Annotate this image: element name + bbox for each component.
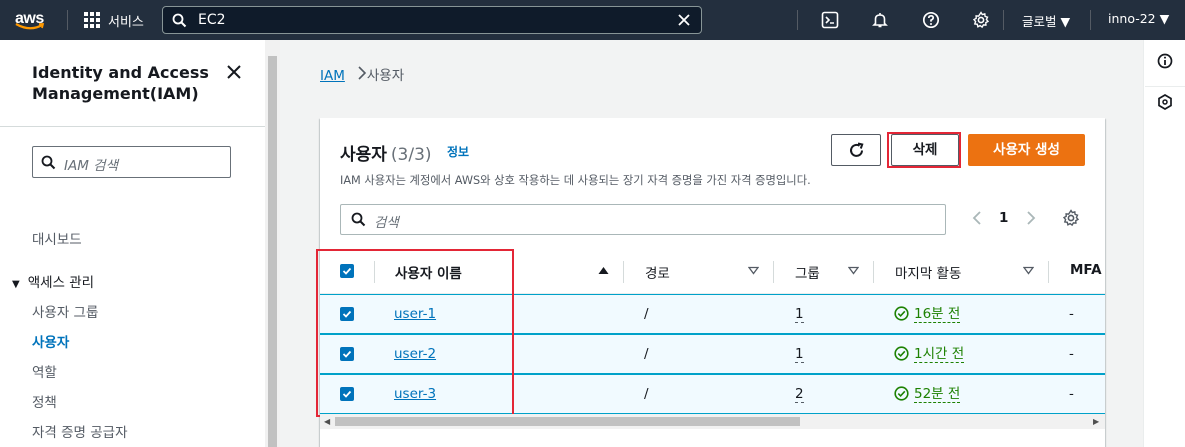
sidebar-scrollbar-thumb[interactable] bbox=[268, 56, 277, 447]
table-scrollbar-thumb[interactable] bbox=[335, 417, 800, 426]
status-success-icon bbox=[894, 386, 909, 401]
users-filter-input[interactable]: 검색 bbox=[340, 204, 946, 235]
sidebar-item-dashboard[interactable]: 대시보드 bbox=[32, 228, 82, 248]
filter-placeholder: 검색 bbox=[374, 215, 399, 231]
global-search-input[interactable]: EC2 bbox=[162, 6, 702, 34]
column-header-mfa[interactable]: MFA bbox=[1070, 262, 1102, 278]
groups-count[interactable]: 1 bbox=[795, 306, 804, 323]
selection-highlight-box bbox=[316, 249, 514, 417]
search-icon bbox=[41, 155, 56, 170]
table-preferences-gear-icon[interactable] bbox=[1062, 209, 1080, 227]
status-success-icon bbox=[894, 346, 909, 361]
sidebar-item-roles[interactable]: 역할 bbox=[32, 361, 57, 381]
notifications-bell-icon[interactable] bbox=[871, 11, 889, 29]
breadcrumb-current: 사용자 bbox=[366, 68, 405, 84]
current-page-number[interactable]: 1 bbox=[999, 210, 1008, 226]
column-header-path[interactable]: 경로 bbox=[645, 262, 670, 282]
settings-gear-icon[interactable] bbox=[972, 11, 990, 29]
sidebar-item-policies[interactable]: 정책 bbox=[32, 391, 57, 411]
search-icon bbox=[351, 212, 366, 227]
search-value: EC2 bbox=[198, 12, 226, 28]
refresh-icon bbox=[850, 142, 864, 157]
groups-count[interactable]: 2 bbox=[795, 386, 804, 403]
column-header-groups[interactable]: 그룹 bbox=[795, 262, 820, 282]
column-header-last-activity[interactable]: 마지막 활동 bbox=[895, 262, 961, 282]
sidebar-search-placeholder: IAM 검색 bbox=[64, 158, 118, 174]
region-selector[interactable]: 글로벌 ▼ bbox=[1022, 11, 1070, 30]
users-panel-description: IAM 사용자는 계정에서 AWS와 상호 작용하는 데 사용되는 장기 자격 … bbox=[340, 174, 811, 187]
close-icon[interactable] bbox=[226, 64, 242, 80]
mfa-cell: - bbox=[1069, 306, 1074, 322]
users-panel-title: 사용자 (3/3) bbox=[340, 145, 432, 165]
iam-sidebar: Identity and Access Management(IAM) IAM … bbox=[0, 40, 265, 447]
feedback-hexagon-icon[interactable] bbox=[1157, 94, 1173, 110]
top-navigation-bar: aws 서비스 EC2 글로벌 ▼ inno-22 ▼ bbox=[0, 0, 1185, 40]
sidebar-item-users[interactable]: 사용자 bbox=[32, 331, 69, 351]
status-success-icon bbox=[894, 306, 909, 321]
sort-icon[interactable] bbox=[1023, 266, 1034, 275]
last-activity-value: 1시간 전 bbox=[914, 346, 965, 363]
previous-page-icon[interactable] bbox=[972, 211, 982, 225]
sort-icon[interactable] bbox=[848, 266, 859, 275]
create-user-button[interactable]: 사용자 생성 bbox=[968, 134, 1085, 166]
sort-icon[interactable] bbox=[748, 266, 759, 275]
breadcrumb-iam-link[interactable]: IAM bbox=[320, 68, 345, 84]
account-menu[interactable]: inno-22 ▼ bbox=[1108, 11, 1169, 26]
chevron-right-icon bbox=[358, 66, 367, 80]
next-page-icon[interactable] bbox=[1026, 211, 1036, 225]
sidebar-item-user-groups[interactable]: 사용자 그룹 bbox=[32, 301, 98, 321]
refresh-button[interactable] bbox=[831, 134, 881, 166]
right-utility-rail bbox=[1143, 40, 1185, 447]
services-menu-label[interactable]: 서비스 bbox=[108, 11, 144, 30]
search-icon bbox=[172, 13, 187, 28]
delete-button-highlight bbox=[887, 132, 961, 168]
aws-logo[interactable]: aws bbox=[15, 8, 49, 32]
scroll-left-arrow-icon[interactable]: ◀ bbox=[324, 417, 330, 426]
sidebar-title: Identity and Access Management(IAM) bbox=[32, 63, 209, 103]
sidebar-search-input[interactable]: IAM 검색 bbox=[32, 146, 231, 178]
last-activity-value: 52분 전 bbox=[914, 386, 961, 403]
scroll-right-arrow-icon[interactable]: ▶ bbox=[1093, 417, 1099, 426]
clear-search-icon[interactable] bbox=[677, 13, 691, 27]
path-cell: / bbox=[644, 386, 649, 402]
sort-ascending-icon[interactable] bbox=[598, 266, 609, 275]
last-activity-value: 16분 전 bbox=[914, 306, 961, 323]
cloudshell-icon[interactable] bbox=[821, 11, 839, 29]
caret-down-icon: ▼ bbox=[12, 279, 20, 290]
groups-count[interactable]: 1 bbox=[795, 346, 804, 363]
services-grid-icon[interactable] bbox=[84, 12, 100, 28]
sidebar-section-access-management[interactable]: ▼ 액세스 관리 bbox=[12, 271, 94, 291]
info-link[interactable]: 정보 bbox=[447, 143, 469, 160]
help-icon[interactable] bbox=[922, 11, 940, 29]
users-selected-count: (3/3) bbox=[390, 145, 432, 165]
sidebar-section-label: 액세스 관리 bbox=[27, 275, 95, 291]
mfa-cell: - bbox=[1069, 346, 1074, 362]
sidebar-item-identity-providers[interactable]: 자격 증명 공급자 bbox=[32, 421, 128, 441]
path-cell: / bbox=[644, 346, 649, 362]
users-table-container: 사용자 (3/3) 정보 IAM 사용자는 계정에서 AWS와 상호 작용하는 데… bbox=[316, 118, 1105, 447]
info-icon[interactable] bbox=[1157, 53, 1173, 69]
path-cell: / bbox=[644, 306, 649, 322]
mfa-cell: - bbox=[1069, 386, 1074, 402]
